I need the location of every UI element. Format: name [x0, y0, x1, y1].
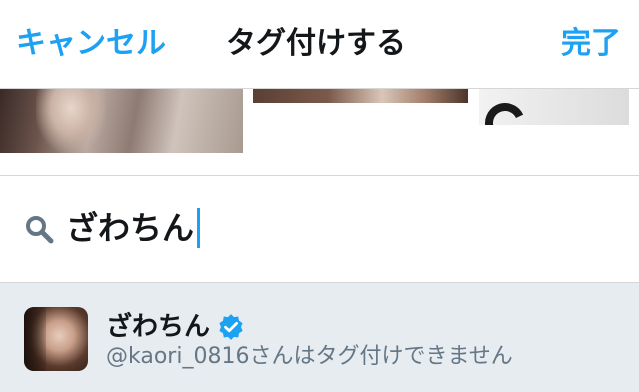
- page-title: タグ付けする: [226, 26, 406, 61]
- tag-people-screen: キャンセル タグ付けする 完了 ざわちん ざわちん @kaori_0816さんは…: [0, 0, 639, 392]
- cancel-button[interactable]: キャンセル: [16, 22, 166, 66]
- search-bar: ざわちん: [0, 176, 639, 283]
- user-name-line: ざわちん: [106, 309, 244, 345]
- avatar: [24, 307, 88, 371]
- navigation-bar: キャンセル タグ付けする 完了: [0, 0, 639, 89]
- search-query-text: ざわちん: [66, 209, 195, 247]
- photo-thumbnail[interactable]: [253, 89, 468, 103]
- verified-badge-icon: [219, 314, 243, 340]
- photo-thumbnail[interactable]: [479, 89, 629, 125]
- text-cursor: [197, 208, 201, 248]
- search-input[interactable]: ざわちん: [66, 204, 201, 252]
- user-tag-restriction-note: @kaori_0816さんはタグ付けできません: [106, 344, 513, 369]
- search-icon: [26, 216, 54, 244]
- user-display-name: ざわちん: [106, 312, 211, 342]
- photo-thumbnail[interactable]: [0, 89, 243, 153]
- done-button[interactable]: 完了: [561, 22, 621, 66]
- photo-strip: [0, 89, 639, 176]
- user-result-row[interactable]: ざわちん @kaori_0816さんはタグ付けできません: [0, 283, 639, 392]
